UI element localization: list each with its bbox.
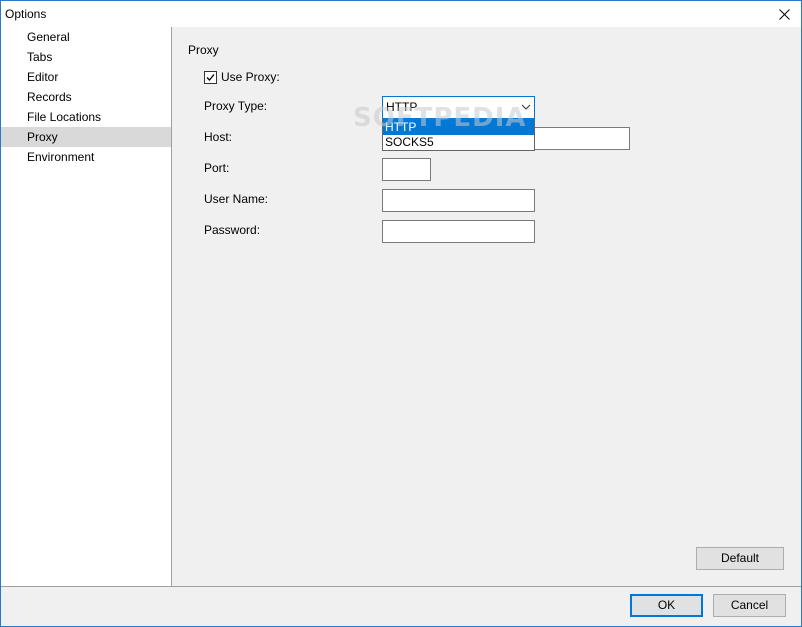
title-bar: Options [1, 1, 801, 27]
options-sidebar: General Tabs Editor Records File Locatio… [1, 27, 172, 587]
sidebar-item-file-locations[interactable]: File Locations [1, 107, 171, 127]
chevron-down-icon [521, 104, 531, 110]
options-window: Options General Tabs Editor Records File… [0, 0, 802, 627]
sidebar-item-editor[interactable]: Editor [1, 67, 171, 87]
user-name-input[interactable] [382, 189, 535, 212]
checkmark-icon [206, 73, 215, 81]
use-proxy-row[interactable]: Use Proxy: [204, 70, 280, 84]
proxy-type-label: Proxy Type: [204, 99, 268, 113]
sidebar-item-proxy[interactable]: Proxy [1, 127, 171, 147]
port-label: Port: [204, 161, 230, 175]
cancel-button[interactable]: Cancel [713, 594, 786, 617]
port-input[interactable] [382, 158, 431, 181]
proxy-type-dropdown-list: HTTP SOCKS5 [382, 119, 535, 151]
window-title: Options [5, 7, 47, 21]
dropdown-option-http[interactable]: HTTP [383, 120, 534, 135]
user-name-label: User Name: [204, 192, 269, 206]
sidebar-item-environment[interactable]: Environment [1, 147, 171, 167]
ok-button[interactable]: OK [630, 594, 703, 617]
sidebar-item-general[interactable]: General [1, 27, 171, 47]
dropdown-option-socks5[interactable]: SOCKS5 [383, 135, 534, 150]
sidebar-item-tabs[interactable]: Tabs [1, 47, 171, 67]
proxy-type-value: HTTP [386, 100, 418, 114]
sidebar-item-records[interactable]: Records [1, 87, 171, 107]
proxy-type-select[interactable]: HTTP [382, 96, 535, 119]
footer-divider [172, 586, 801, 587]
section-title: Proxy [188, 43, 219, 57]
close-button[interactable] [767, 1, 801, 27]
host-label: Host: [204, 130, 233, 144]
close-icon [778, 8, 790, 20]
default-button[interactable]: Default [696, 547, 784, 570]
password-input[interactable] [382, 220, 535, 243]
use-proxy-label: Use Proxy: [221, 70, 280, 84]
password-label: Password: [204, 223, 261, 237]
use-proxy-checkbox[interactable] [204, 70, 217, 84]
